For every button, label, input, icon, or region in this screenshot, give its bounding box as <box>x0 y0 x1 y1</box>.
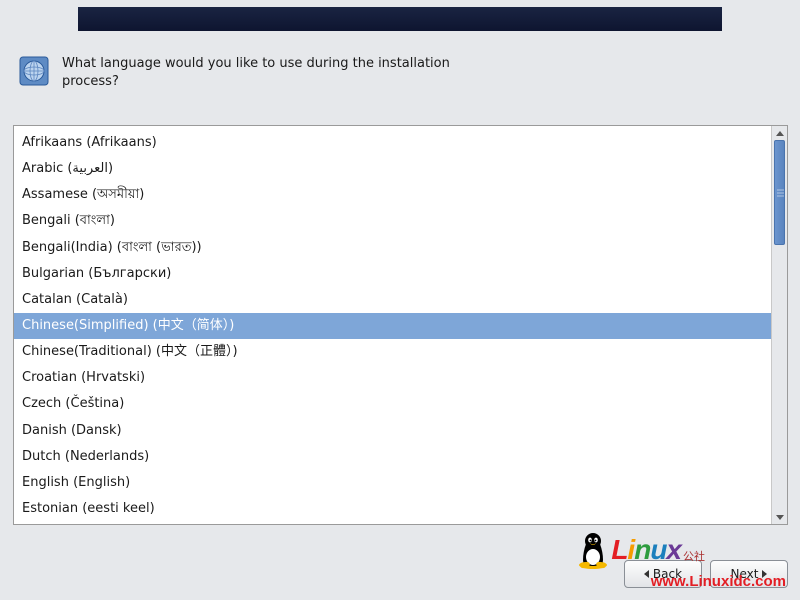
language-item[interactable]: Czech (Čeština) <box>14 391 771 417</box>
language-item[interactable]: Arabic (العربية) <box>14 156 771 182</box>
language-list-frame: Afrikaans (Afrikaans)Arabic (العربية)Ass… <box>13 125 788 525</box>
language-item[interactable]: Chinese(Traditional) (中文（正體）) <box>14 339 771 365</box>
language-item[interactable]: Catalan (Català) <box>14 287 771 313</box>
language-item[interactable]: Chinese(Simplified) (中文（简体）) <box>14 313 771 339</box>
language-item[interactable]: Assamese (অসমীয়া) <box>14 182 771 208</box>
language-item[interactable]: Bengali(India) (বাংলা (ভারত)) <box>14 235 771 261</box>
back-button[interactable]: Back <box>624 560 702 588</box>
language-item[interactable]: Croatian (Hrvatski) <box>14 365 771 391</box>
language-item[interactable]: English (English) <box>14 470 771 496</box>
language-item[interactable]: Bulgarian (Български) <box>14 261 771 287</box>
scroll-thumb[interactable] <box>774 140 785 245</box>
language-item[interactable]: Danish (Dansk) <box>14 418 771 444</box>
button-row: Back Next <box>624 560 788 588</box>
header-banner <box>78 7 722 31</box>
scrollbar[interactable] <box>771 126 787 524</box>
prompt-section: What language would you like to use duri… <box>18 55 462 90</box>
language-item[interactable]: Dutch (Nederlands) <box>14 444 771 470</box>
globe-icon <box>18 55 50 87</box>
scroll-up-button[interactable] <box>775 128 785 138</box>
back-button-label: Back <box>653 567 682 581</box>
language-item[interactable]: Estonian (eesti keel) <box>14 496 771 522</box>
next-button-label: Next <box>731 567 759 581</box>
language-item[interactable]: Finnish (suomi) <box>14 522 771 524</box>
scroll-down-button[interactable] <box>775 512 785 522</box>
language-list[interactable]: Afrikaans (Afrikaans)Arabic (العربية)Ass… <box>14 126 771 524</box>
language-item[interactable]: Bengali (বাংলা) <box>14 208 771 234</box>
language-item[interactable]: Afrikaans (Afrikaans) <box>14 130 771 156</box>
arrow-right-icon <box>762 570 767 578</box>
prompt-text: What language would you like to use duri… <box>62 55 462 90</box>
arrow-left-icon <box>644 570 649 578</box>
tux-icon <box>575 530 611 570</box>
next-button[interactable]: Next <box>710 560 788 588</box>
